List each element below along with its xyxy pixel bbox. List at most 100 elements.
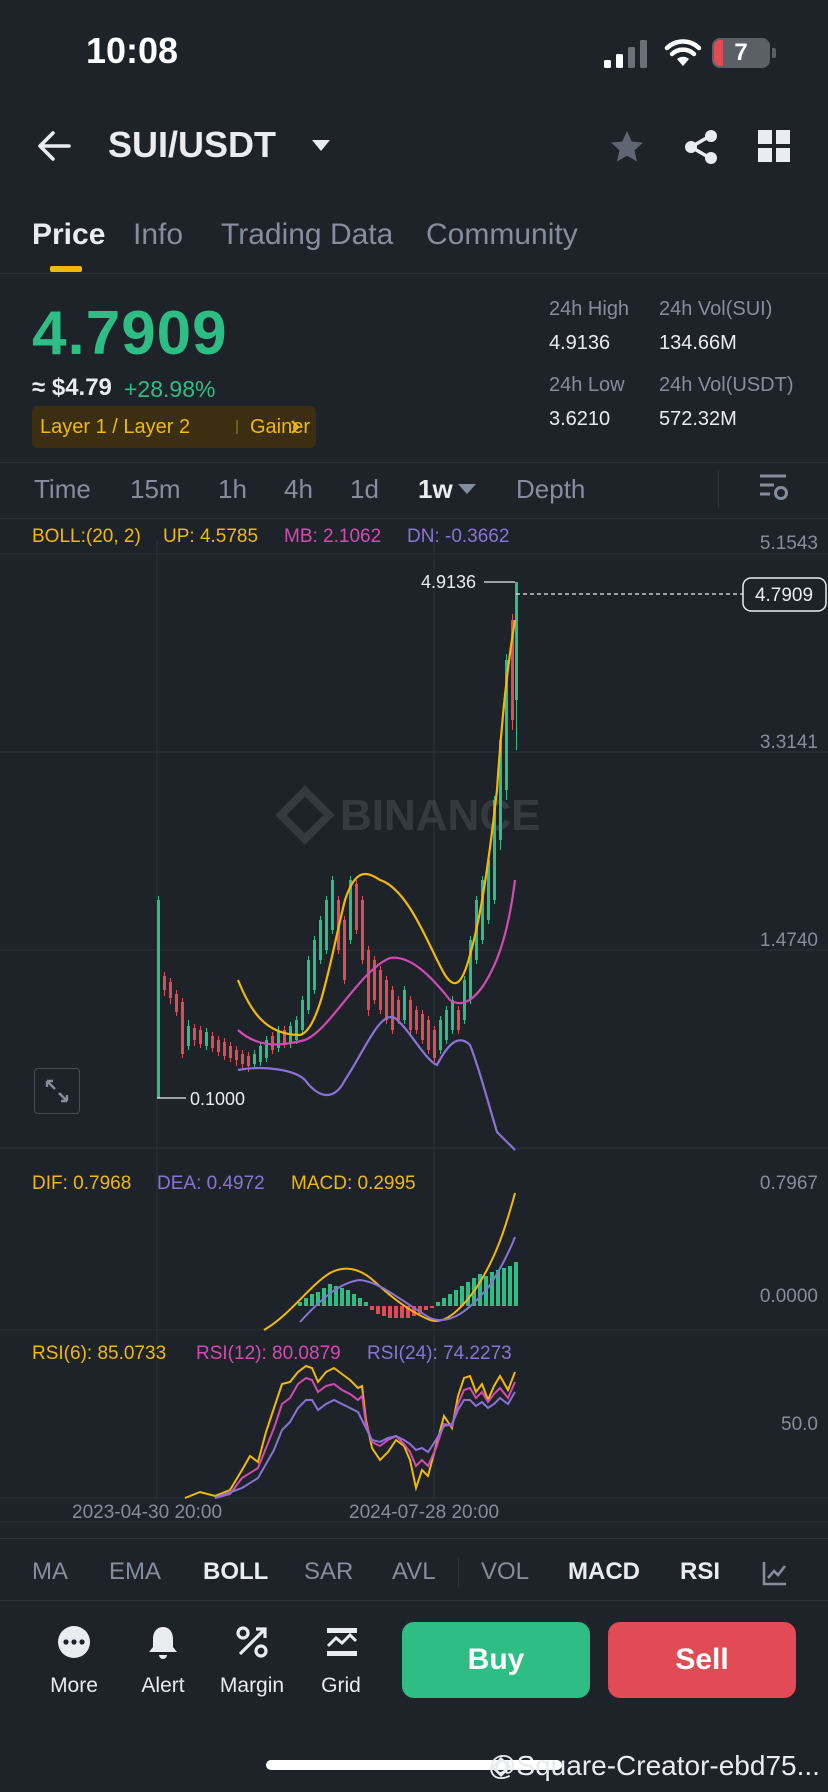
interval-1w[interactable]: 1w (418, 474, 453, 505)
macd-dif: DIF: 0.7968 (32, 1173, 132, 1194)
candle-body (325, 900, 328, 950)
indicator-sar[interactable]: SAR (304, 1558, 353, 1586)
candle-body (235, 1050, 238, 1060)
status-time: 10:08 (86, 30, 179, 71)
candle-body (421, 1014, 424, 1040)
candle-body (439, 1020, 442, 1050)
fiat-price: ≈ $4.79 (32, 374, 112, 401)
macd-bar (514, 1262, 518, 1306)
indicator-vol[interactable]: VOL (481, 1558, 529, 1586)
macd-dea: DEA: 0.4972 (157, 1173, 265, 1194)
candle-body (187, 1026, 190, 1046)
candle-body (157, 900, 160, 1098)
candle-body (181, 1002, 184, 1054)
candle-body (199, 1030, 202, 1044)
vol-quote-value: 572.32M (659, 408, 737, 430)
battery-tip (772, 48, 776, 58)
indicator-macd[interactable]: MACD (568, 1558, 640, 1586)
macd-bar (310, 1294, 314, 1306)
interval-caret-icon[interactable] (458, 484, 476, 494)
bell-icon[interactable] (145, 1624, 181, 1660)
tab-active-indicator (50, 266, 82, 272)
buy-button[interactable]: Buy (402, 1622, 590, 1698)
interval-separator (718, 470, 719, 508)
grid-label[interactable]: Grid (296, 1674, 386, 1698)
tabs-divider (0, 273, 828, 274)
macd-bar (400, 1306, 404, 1318)
price-change: +28.98% (124, 376, 216, 402)
sell-button[interactable]: Sell (608, 1622, 796, 1698)
macd-bar (376, 1306, 380, 1314)
current-price-label: 4.7909 (755, 585, 813, 606)
interval-1h[interactable]: 1h (218, 474, 247, 505)
grid-icon[interactable] (758, 130, 790, 162)
indicator-boll[interactable]: BOLL (203, 1558, 268, 1586)
square-watermark: @Square-Creator-ebd75... (488, 1750, 820, 1781)
chevron-down-icon[interactable] (312, 140, 330, 151)
pair-selector[interactable]: SUI/USDT (108, 124, 276, 166)
axis-rsi-1: 50.0 (781, 1414, 818, 1435)
signal-icon (604, 40, 647, 68)
chart-settings-icon[interactable] (758, 472, 788, 504)
expand-icon[interactable] (44, 1078, 70, 1104)
more-label[interactable]: More (29, 1674, 119, 1698)
last-price: 4.7909 (32, 299, 228, 368)
indicator-avl[interactable]: AVL (392, 1558, 436, 1586)
tab-info[interactable]: Info (133, 218, 183, 252)
star-icon[interactable] (608, 128, 646, 166)
candle-body (295, 1020, 298, 1040)
chevron-right-icon (291, 420, 300, 434)
vol-base-label: 24h Vol(SUI) (659, 298, 773, 320)
interval-15m[interactable]: 15m (130, 474, 181, 505)
macd-bar (370, 1306, 374, 1310)
indicator-settings-icon[interactable] (762, 1560, 788, 1586)
back-arrow-icon[interactable] (36, 128, 72, 164)
candle-body (211, 1036, 214, 1048)
low-label: 24h Low (549, 374, 625, 396)
tab-trading-data[interactable]: Trading Data (221, 218, 393, 252)
interval-bottom-divider (0, 518, 828, 519)
more-icon[interactable] (56, 1624, 92, 1660)
macd-bar (466, 1282, 470, 1306)
vol-quote-label: 24h Vol(USDT) (659, 374, 794, 396)
price-chart[interactable]: BINANCE 4.9136 0.1000 4.7909 (0, 540, 828, 1540)
tab-price[interactable]: Price (32, 218, 105, 252)
axis-main-3: 1.4740 (759, 930, 818, 951)
candle-body (253, 1054, 256, 1064)
bottom-divider (0, 1600, 828, 1601)
indicator-ema[interactable]: EMA (109, 1558, 161, 1586)
margin-icon[interactable] (234, 1624, 270, 1660)
high-value: 4.9136 (549, 332, 611, 354)
macd-bar (352, 1294, 356, 1306)
interval-time[interactable]: Time (34, 474, 91, 505)
share-icon[interactable] (682, 128, 720, 166)
candle-body (229, 1046, 232, 1058)
candle-body (403, 990, 406, 1020)
axis-date-2: 2024-07-28 20:00 (349, 1502, 500, 1523)
interval-1d[interactable]: 1d (350, 474, 379, 505)
tab-community[interactable]: Community (426, 218, 578, 252)
tag-gainer[interactable]: Gainer (250, 416, 310, 439)
tag-layer[interactable]: Layer 1 / Layer 2 (40, 416, 190, 439)
interval-depth[interactable]: Depth (516, 474, 585, 505)
candle-body (259, 1046, 262, 1062)
grid-trading-icon[interactable] (324, 1624, 360, 1660)
candle-body (515, 582, 518, 700)
indicator-separator (458, 1558, 459, 1588)
indicator-ma[interactable]: MA (32, 1558, 68, 1586)
indicator-rsi[interactable]: RSI (680, 1558, 720, 1586)
alert-label[interactable]: Alert (118, 1674, 208, 1698)
margin-label[interactable]: Margin (207, 1674, 297, 1698)
candle-body (217, 1040, 220, 1052)
interval-top-divider (0, 462, 828, 463)
candle-body (247, 1056, 250, 1066)
interval-4h[interactable]: 4h (284, 474, 313, 505)
macd-bar (388, 1306, 392, 1318)
rsi-6: RSI(6): 85.0733 (32, 1343, 167, 1364)
rsi6-line (184, 1364, 516, 1499)
candle-body (385, 980, 388, 1020)
candle-body (427, 1020, 430, 1050)
macd-bar (442, 1298, 446, 1306)
macd-bar (358, 1298, 362, 1306)
macd-bar (340, 1288, 344, 1306)
